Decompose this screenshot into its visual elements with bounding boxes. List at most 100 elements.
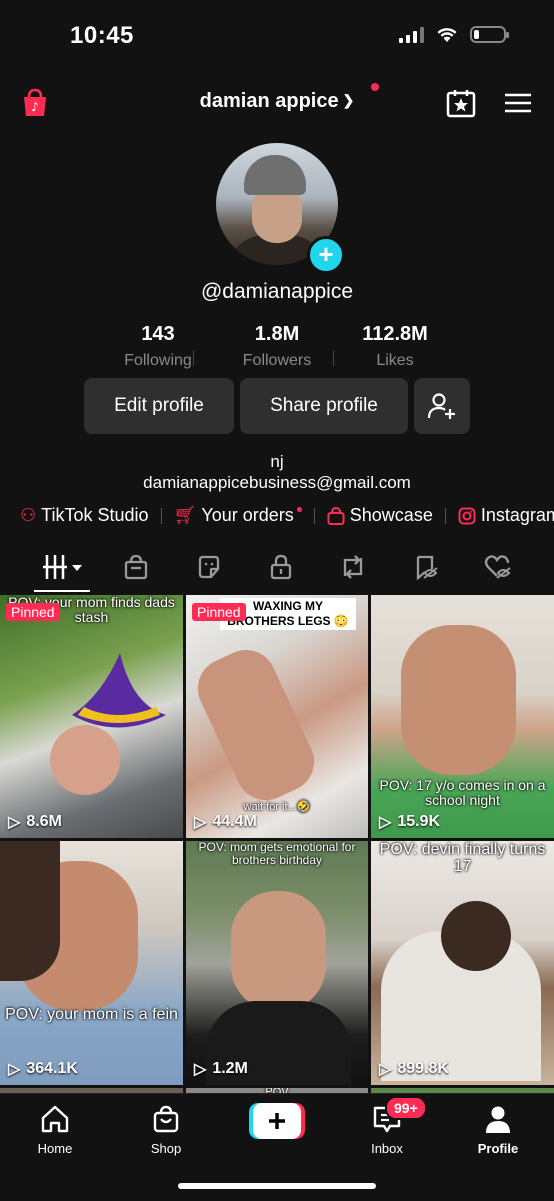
play-icon: ▷ bbox=[8, 1061, 21, 1078]
sticker-icon bbox=[198, 555, 220, 579]
stat-following-label: Following bbox=[124, 352, 192, 369]
nav-home[interactable]: Home bbox=[15, 1104, 95, 1156]
tab-videos[interactable] bbox=[38, 545, 88, 589]
your-orders-link[interactable]: 🛒︎ Your orders bbox=[174, 505, 302, 526]
shop-icon bbox=[153, 1105, 179, 1133]
stat-divider bbox=[193, 350, 194, 366]
view-count-value: 364.1K bbox=[26, 1060, 78, 1077]
stat-followers[interactable]: 1.8M Followers bbox=[212, 323, 342, 370]
shop-bag-icon bbox=[124, 554, 148, 580]
bookmark-hidden-icon bbox=[416, 555, 438, 580]
your-orders-label: Your orders bbox=[201, 505, 294, 525]
play-icon: ▷ bbox=[379, 1061, 392, 1078]
video-tile[interactable]: POV: your mom is a fein ▷ 364.1K bbox=[0, 841, 183, 1085]
links-divider bbox=[313, 507, 315, 524]
stat-likes-value: 112.8M bbox=[362, 323, 428, 345]
stat-likes-label: Likes bbox=[376, 352, 414, 369]
video-caption: POV: devin finally turns 17 bbox=[379, 841, 546, 875]
profile-person-icon bbox=[486, 1106, 510, 1133]
play-icon: ▷ bbox=[194, 1061, 207, 1078]
instagram-label: Instagram bbox=[480, 505, 554, 525]
instagram-link[interactable]: Instagram bbox=[458, 505, 554, 526]
links-divider bbox=[160, 507, 162, 524]
bio-location: nj bbox=[270, 452, 284, 471]
cellular-signal-icon bbox=[399, 26, 424, 43]
profile-handle: @damianappice bbox=[200, 280, 354, 303]
nav-inbox-label: Inbox bbox=[371, 1141, 403, 1156]
stat-following[interactable]: 143 Following bbox=[93, 323, 223, 370]
cart-icon: 🛒︎ bbox=[173, 505, 197, 525]
notification-dot bbox=[371, 83, 379, 91]
home-icon bbox=[41, 1105, 69, 1133]
view-count: ▷ 44.4M bbox=[194, 812, 257, 832]
add-friends-button[interactable] bbox=[414, 378, 470, 434]
repost-icon bbox=[343, 555, 363, 579]
view-count-value: 15.9K bbox=[397, 813, 441, 830]
nav-profile[interactable]: Profile bbox=[458, 1104, 538, 1156]
tab-liked[interactable] bbox=[478, 545, 518, 589]
share-profile-button[interactable]: Share profile bbox=[240, 378, 408, 434]
heart-hidden-icon bbox=[484, 555, 511, 579]
showcase-label: Showcase bbox=[349, 505, 433, 525]
view-count: ▷ 15.9K bbox=[379, 812, 440, 832]
nav-home-label: Home bbox=[37, 1141, 73, 1156]
tab-reposts[interactable] bbox=[333, 545, 373, 589]
view-count: ▷ 364.1K bbox=[8, 1059, 78, 1079]
person-face bbox=[401, 625, 516, 775]
stat-followers-value: 1.8M bbox=[254, 323, 300, 345]
edit-profile-button[interactable]: Edit profile bbox=[84, 378, 234, 434]
battery-icon bbox=[470, 26, 509, 43]
tiktok-studio-label: TikTok Studio bbox=[41, 505, 149, 525]
profile-links-row: ⚇ TikTok Studio 🛒︎ Your orders Showcase … bbox=[20, 505, 554, 526]
nav-profile-label: Profile bbox=[477, 1141, 519, 1156]
play-icon: ▷ bbox=[379, 814, 392, 831]
inbox-badge: 99+ bbox=[385, 1096, 427, 1120]
creator-calendar-icon[interactable] bbox=[446, 88, 476, 118]
add-person-icon bbox=[427, 393, 455, 419]
view-count: ▷ 8.6M bbox=[8, 812, 62, 832]
nav-shop[interactable]: Shop bbox=[126, 1104, 206, 1156]
video-caption: POV: your mom is a fein bbox=[5, 1006, 178, 1023]
person-star-icon: ⚇ bbox=[20, 505, 37, 525]
chevron-down-icon: ❯ bbox=[342, 92, 355, 108]
active-tab-indicator bbox=[34, 590, 90, 592]
add-story-plus-icon[interactable]: + bbox=[307, 236, 345, 274]
play-icon: ▷ bbox=[194, 814, 207, 831]
tab-favorites[interactable] bbox=[406, 545, 446, 589]
tiktok-studio-link[interactable]: ⚇ TikTok Studio bbox=[20, 505, 149, 526]
nav-shop-label: Shop bbox=[150, 1141, 182, 1156]
view-count-value: 899.8K bbox=[397, 1060, 449, 1077]
wifi-icon bbox=[437, 27, 457, 42]
pinned-badge: Pinned bbox=[6, 603, 60, 621]
play-icon: ▷ bbox=[8, 814, 21, 831]
video-tile[interactable]: POV: your mom finds dads stash Pinned ▷ 8… bbox=[0, 595, 183, 838]
leg-shape bbox=[188, 640, 324, 810]
menu-icon[interactable] bbox=[503, 88, 533, 118]
orders-notification-dot bbox=[296, 507, 302, 512]
person-face bbox=[50, 725, 120, 795]
home-indicator bbox=[178, 1183, 376, 1189]
instagram-icon bbox=[458, 507, 476, 524]
stat-followers-label: Followers bbox=[242, 352, 312, 369]
video-tile[interactable]: POV: 17 y/o comes in on a school night ▷… bbox=[371, 595, 554, 838]
grid-columns-icon bbox=[43, 555, 82, 579]
video-tile[interactable]: WAXING MY BROTHERS LEGS 😳 wait for it...… bbox=[186, 595, 368, 838]
tab-private[interactable] bbox=[261, 545, 301, 589]
view-count: ▷ 1.2M bbox=[194, 1059, 248, 1079]
video-tile[interactable]: POV: mom gets emotional for brothers bir… bbox=[186, 841, 368, 1085]
view-count-value: 8.6M bbox=[26, 813, 62, 830]
hair-shape bbox=[0, 841, 60, 981]
showcase-link[interactable]: Showcase bbox=[327, 505, 433, 526]
create-post-button[interactable] bbox=[249, 1103, 305, 1139]
video-tile[interactable]: POV: devin finally turns 17 ▷ 899.8K bbox=[371, 841, 554, 1085]
status-time: 10:45 bbox=[70, 22, 134, 49]
tab-shop[interactable] bbox=[116, 545, 156, 589]
person-face bbox=[231, 891, 326, 1011]
stat-likes[interactable]: 112.8M Likes bbox=[330, 323, 460, 370]
header-username: damian appice bbox=[199, 90, 339, 112]
view-count-value: 44.4M bbox=[212, 813, 257, 830]
view-count: ▷ 899.8K bbox=[379, 1059, 449, 1079]
tab-stickers[interactable] bbox=[189, 545, 229, 589]
bio-email[interactable]: damianappicebusiness@gmail.com bbox=[0, 473, 554, 493]
status-icons bbox=[399, 26, 509, 43]
